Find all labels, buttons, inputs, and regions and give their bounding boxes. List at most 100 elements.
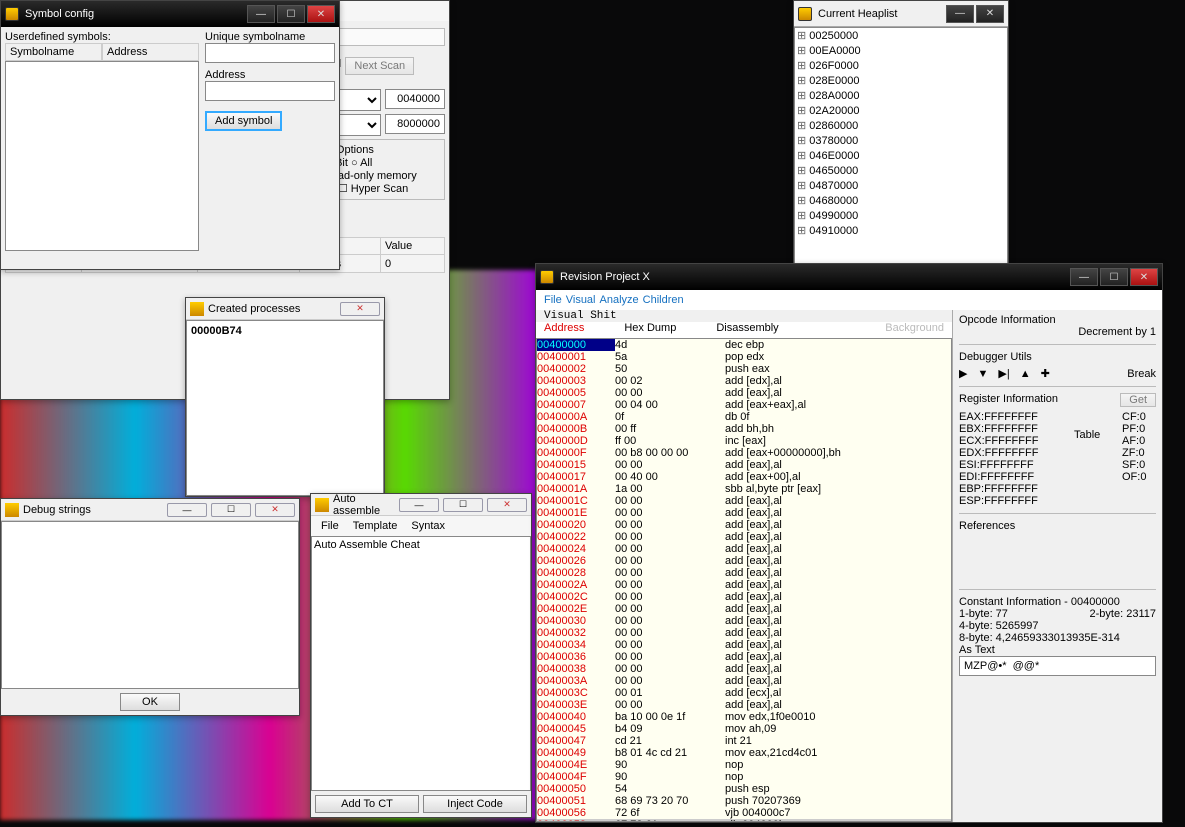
unique-name-input[interactable] [205, 43, 335, 63]
disasm-row[interactable]: 0040002600 00add [eax],al [537, 555, 951, 567]
menu-syntax[interactable]: Syntax [405, 518, 451, 534]
disasm-row[interactable]: 004000015apop edx [537, 351, 951, 363]
heap-item[interactable]: 04910000 [795, 223, 1007, 238]
close-button[interactable]: ✕ [487, 498, 527, 512]
disasm-row[interactable]: 0040005672 6fvjb 004000c7 [537, 807, 951, 819]
disassembly-list[interactable]: 004000004ddec ebp004000015apop edx004000… [536, 338, 952, 822]
minimize-button[interactable]: — [247, 5, 275, 23]
disasm-row[interactable]: 0040002E00 00add [eax],al [537, 603, 951, 615]
disasm-row[interactable]: 0040000250push eax [537, 363, 951, 375]
minimize-button[interactable]: — [167, 503, 207, 517]
disasm-row[interactable]: 0040000F00 b8 00 00 00add [eax+00000000]… [537, 447, 951, 459]
radio-all[interactable]: All [351, 157, 372, 169]
add-symbol-button[interactable]: Add symbol [205, 111, 282, 131]
disasm-row[interactable]: 0040004E90nop [537, 759, 951, 771]
disasm-row[interactable]: 0040002A00 00add [eax],al [537, 579, 951, 591]
maximize-button[interactable]: ☐ [211, 503, 251, 517]
ok-button[interactable]: OK [120, 693, 180, 711]
minimize-button[interactable]: — [946, 5, 974, 23]
plus-icon[interactable]: ✚ [1041, 367, 1050, 380]
disasm-row[interactable]: 0040001500 00add [eax],al [537, 459, 951, 471]
disasm-row[interactable]: 0040005867 72 61vjb 004000bc [537, 819, 951, 822]
process-list[interactable]: 00000B74 [186, 320, 384, 496]
heap-item[interactable]: 028A0000 [795, 88, 1007, 103]
menu-visual[interactable]: Visual [566, 294, 596, 306]
heap-item[interactable]: 028E0000 [795, 73, 1007, 88]
close-button[interactable]: ✕ [340, 302, 380, 316]
minimize-button[interactable]: — [1070, 268, 1098, 286]
heap-item[interactable]: 00250000 [795, 28, 1007, 43]
get-registers-button[interactable]: Get [1120, 393, 1156, 407]
disasm-row[interactable]: 00400047cd 21int 21 [537, 735, 951, 747]
maximize-button[interactable]: ☐ [277, 5, 305, 23]
symbol-list[interactable] [5, 61, 199, 251]
disasm-row[interactable]: 0040004F90nop [537, 771, 951, 783]
heap-item[interactable]: 02860000 [795, 118, 1007, 133]
value2-input[interactable] [385, 114, 445, 134]
inject-code-button[interactable]: Inject Code [423, 795, 527, 813]
disasm-row[interactable]: 0040000Dff 00inc [eax] [537, 435, 951, 447]
menu-children[interactable]: Children [643, 294, 684, 306]
heap-item[interactable]: 02A20000 [795, 103, 1007, 118]
minimize-button[interactable]: — [399, 498, 439, 512]
heap-item[interactable]: 03780000 [795, 133, 1007, 148]
play-icon[interactable]: ▶ [959, 367, 967, 380]
debug-list[interactable] [1, 521, 299, 689]
disasm-row[interactable]: 0040003A00 00add [eax],al [537, 675, 951, 687]
menu-analyze[interactable]: Analyze [600, 294, 639, 306]
heap-item[interactable]: 04650000 [795, 163, 1007, 178]
value1-input[interactable] [385, 89, 445, 109]
symbol-addr-input[interactable] [205, 81, 335, 101]
disasm-row[interactable]: 0040002200 00add [eax],al [537, 531, 951, 543]
disasm-row[interactable]: 0040000B00 ffadd bh,bh [537, 423, 951, 435]
next-scan-button[interactable]: Next Scan [345, 57, 414, 75]
disasm-row[interactable]: 00400040ba 10 00 0e 1fmov edx,1f0e0010 [537, 711, 951, 723]
disasm-row[interactable]: 0040001E00 00add [eax],al [537, 507, 951, 519]
menu-file[interactable]: File [544, 294, 562, 306]
disasm-row[interactable]: 0040000300 02add [edx],al [537, 375, 951, 387]
disasm-row[interactable]: 0040005168 69 73 20 70push 70207369 [537, 795, 951, 807]
disasm-row[interactable]: 0040001A1a 00sbb al,byte ptr [eax] [537, 483, 951, 495]
maximize-button[interactable]: ☐ [1100, 268, 1128, 286]
disasm-row[interactable]: 0040002000 00add [eax],al [537, 519, 951, 531]
disasm-row[interactable]: 004000004ddec ebp [537, 339, 951, 351]
disasm-row[interactable]: 0040000A0fdb 0f [537, 411, 951, 423]
disasm-row[interactable]: 0040003400 00add [eax],al [537, 639, 951, 651]
heap-item[interactable]: 04680000 [795, 193, 1007, 208]
disasm-row[interactable]: 0040002400 00add [eax],al [537, 543, 951, 555]
break-button[interactable]: Break [1127, 368, 1156, 380]
disasm-row[interactable]: 0040003200 00add [eax],al [537, 627, 951, 639]
disasm-row[interactable]: 0040003C00 01add [ecx],al [537, 687, 951, 699]
eject-icon[interactable]: ▲ [1020, 368, 1031, 380]
close-button[interactable]: ✕ [1130, 268, 1158, 286]
menu-template[interactable]: Template [347, 518, 404, 534]
heap-list[interactable]: 0025000000EA0000026F0000028E0000028A0000… [794, 27, 1008, 264]
disasm-row[interactable]: 0040003000 00add [eax],al [537, 615, 951, 627]
add-to-ct-button[interactable]: Add To CT [315, 795, 419, 813]
disasm-row[interactable]: 0040001700 40 00add [eax+00],al [537, 471, 951, 483]
step-icon[interactable]: ▶| [998, 367, 1009, 380]
disasm-row[interactable]: 0040003800 00add [eax],al [537, 663, 951, 675]
close-button[interactable]: ✕ [307, 5, 335, 23]
maximize-button[interactable]: ☐ [443, 498, 483, 512]
heap-item[interactable]: 04990000 [795, 208, 1007, 223]
heap-item[interactable]: 046E0000 [795, 148, 1007, 163]
close-button[interactable]: ✕ [255, 503, 295, 517]
disasm-row[interactable]: 00400049b8 01 4c cd 21mov eax,21cd4c01 [537, 747, 951, 759]
menu-file[interactable]: File [315, 518, 345, 534]
disasm-row[interactable]: 00400045b4 09mov ah,09 [537, 723, 951, 735]
heap-item[interactable]: 04870000 [795, 178, 1007, 193]
as-text-value[interactable] [959, 656, 1156, 676]
script-list[interactable]: Auto Assemble Cheat [311, 536, 531, 791]
heap-item[interactable]: 00EA0000 [795, 43, 1007, 58]
down-icon[interactable]: ▼ [977, 368, 988, 380]
disasm-row[interactable]: 0040002C00 00add [eax],al [537, 591, 951, 603]
disasm-row[interactable]: 0040003E00 00add [eax],al [537, 699, 951, 711]
disasm-row[interactable]: 0040005054push esp [537, 783, 951, 795]
heap-item[interactable]: 026F0000 [795, 58, 1007, 73]
disasm-row[interactable]: 0040003600 00add [eax],al [537, 651, 951, 663]
disasm-row[interactable]: 0040001C00 00add [eax],al [537, 495, 951, 507]
disasm-row[interactable]: 0040000500 00add [eax],al [537, 387, 951, 399]
close-button[interactable]: ✕ [976, 5, 1004, 23]
disasm-row[interactable]: 0040000700 04 00add [eax+eax],al [537, 399, 951, 411]
